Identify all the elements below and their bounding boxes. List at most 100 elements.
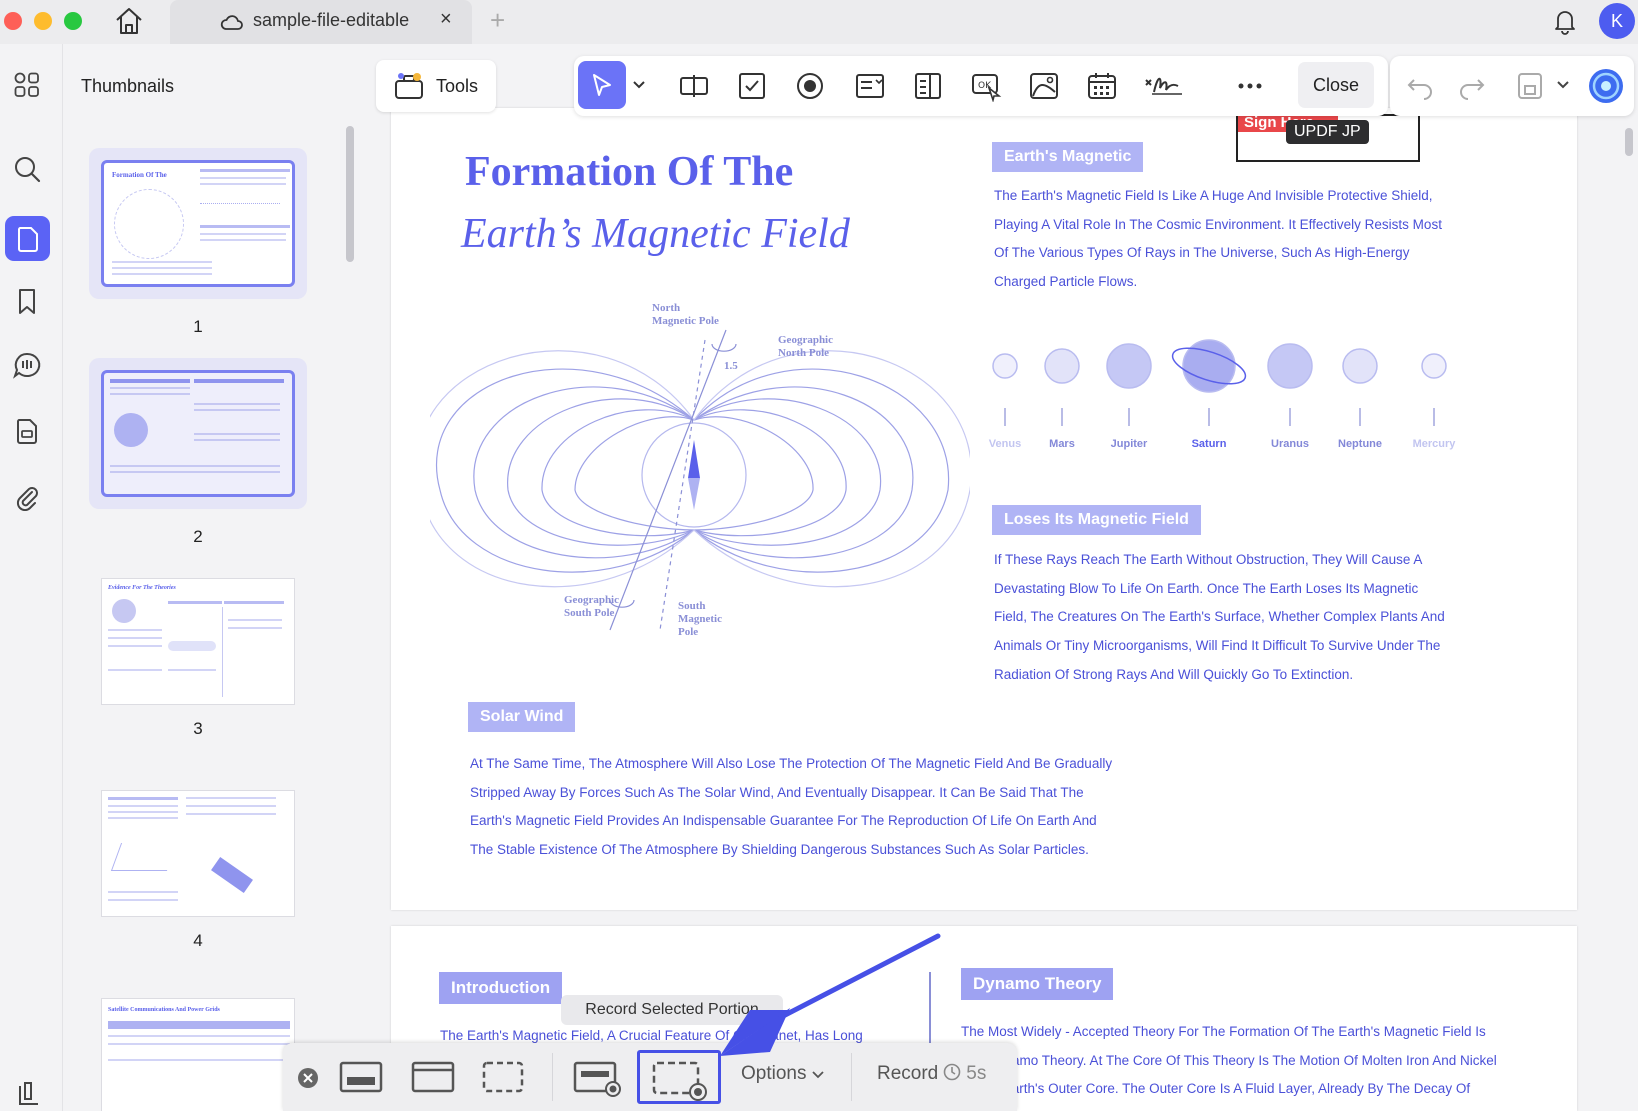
calendar-icon[interactable] [1086, 70, 1118, 102]
section-body-earths-magnetic: The Earth's Magnetic Field Is Like A Hug… [994, 188, 1442, 290]
close-toolbar-button[interactable]: Close [1298, 62, 1374, 108]
app-window: sample-file-editable × + K Thumbnails Fo… [0, 0, 1638, 1111]
select-tool-button[interactable] [578, 61, 626, 109]
pointer-arrow-annotation [720, 933, 941, 1056]
tab-title: sample-file-editable [253, 10, 410, 30]
diagram-label-geographic-north-pole: Geographic North Pole [778, 334, 833, 359]
combo-box-icon[interactable] [854, 70, 886, 102]
user-avatar[interactable]: K [1599, 3, 1635, 39]
undo-icon[interactable] [1404, 70, 1436, 102]
thumbnail-image [101, 790, 295, 917]
record-screen-icon[interactable] [573, 1057, 623, 1097]
thumbnail-page-number: 3 [193, 719, 203, 738]
close-recording-icon[interactable] [297, 1067, 319, 1089]
thumbnail-title: Formation Of The [112, 171, 167, 179]
left-rail [0, 44, 62, 1111]
signature-field[interactable]: Sign Here UPDF JP [1236, 114, 1420, 162]
recorder-divider [552, 1053, 553, 1101]
save-icon[interactable] [1514, 70, 1546, 102]
diagram-label-geographic-south-pole: Geographic South Pole [564, 594, 619, 619]
toolbox-icon [395, 73, 423, 99]
thumbnails-scrollbar[interactable] [346, 126, 354, 262]
bookmark-icon[interactable] [8, 282, 46, 320]
section-label-solar-wind: Solar Wind [468, 702, 576, 732]
signature-icon[interactable] [1144, 70, 1184, 102]
section-label-introduction: Introduction [439, 972, 563, 1004]
document-tab[interactable]: sample-file-editable × [170, 0, 472, 44]
image-field-icon[interactable] [1028, 70, 1060, 102]
organize-pages-icon[interactable] [8, 66, 46, 104]
list-box-icon[interactable] [912, 70, 944, 102]
document-title-line1: Formation Of The [465, 149, 794, 195]
checkbox-icon[interactable] [736, 70, 768, 102]
signature-tooltip: UPDF JP [1286, 120, 1369, 144]
more-icon[interactable] [1234, 70, 1266, 102]
window-maximize-button[interactable] [64, 12, 82, 30]
diagram-label-south-magnetic-pole: South Magnetic Pole [678, 600, 722, 638]
window-close-button[interactable] [4, 12, 22, 30]
home-icon[interactable] [112, 4, 146, 38]
diagram-label-north-magnetic-pole: North Magnetic Pole [652, 302, 719, 327]
capture-selected-portion-icon[interactable] [481, 1057, 525, 1097]
section-label-loses-field: Loses Its Magnetic Field [992, 505, 1201, 535]
form-toolbar: OK Close [574, 56, 1388, 116]
comment-icon[interactable] [8, 346, 46, 384]
diagram-label-angle: 1.5 [724, 360, 738, 372]
thumbnail-image [101, 370, 295, 497]
planet-label: Jupiter [1110, 438, 1148, 450]
chevron-down-icon[interactable] [1556, 78, 1570, 92]
thumbnail-page-1[interactable]: Formation Of The 1 [89, 148, 307, 337]
thumbnail-page-number: 1 [193, 317, 203, 336]
record-entire-screen-icon[interactable] [339, 1057, 383, 1097]
new-tab-button[interactable]: + [490, 5, 505, 36]
thumbnail-image: Evidence For The Theories [101, 578, 295, 705]
thumbnails-panel: Thumbnails Formation Of The 1 2 Evidence… [62, 44, 362, 1111]
cloud-icon [220, 15, 243, 30]
section-label-dynamo-theory: Dynamo Theory [961, 968, 1114, 1000]
cursor-arrow-icon [593, 74, 611, 96]
title-bar: sample-file-editable × + K [0, 0, 1638, 44]
bell-icon[interactable] [1550, 6, 1580, 36]
redo-icon[interactable] [1456, 70, 1488, 102]
tab-close-button[interactable]: × [440, 8, 452, 31]
window-minimize-button[interactable] [34, 12, 52, 30]
document-scrollbar[interactable] [1625, 128, 1633, 156]
planet-label: Mercury [1412, 438, 1456, 450]
thumbnail-page-number: 2 [193, 527, 203, 546]
layers-icon[interactable] [10, 1074, 48, 1111]
record-window-icon[interactable] [411, 1057, 455, 1097]
thumbnail-page-3[interactable]: Evidence For The Theories 3 [101, 578, 295, 739]
search-icon[interactable] [8, 150, 46, 188]
section-body-loses-field: If These Rays Reach The Earth Without Ob… [994, 552, 1445, 682]
thumbnail-image: Formation Of The [101, 160, 295, 287]
text-field-icon[interactable] [678, 70, 710, 102]
thumbnail-page-2[interactable]: 2 [89, 358, 307, 547]
thumbnails-title: Thumbnails [81, 76, 175, 96]
thumbnail-page-number: 4 [193, 931, 203, 950]
thumbnail-image: Satellite Communications And Power Grids [101, 998, 295, 1111]
button-field-icon[interactable]: OK [970, 70, 1002, 102]
thumbnail-title: Satellite Communications And Power Grids [108, 1007, 220, 1013]
planet-label: Uranus [1271, 438, 1309, 450]
planets-illustration [992, 339, 1447, 426]
chevron-down-icon [812, 1071, 824, 1079]
chevron-down-icon[interactable] [632, 78, 646, 92]
tools-label: Tools [436, 76, 479, 96]
attachment-file-icon[interactable] [8, 412, 46, 450]
section-body-dynamo-theory: The Most Widely - Accepted Theory For Th… [961, 1024, 1497, 1097]
secondary-toolbar [1390, 56, 1634, 116]
tools-button[interactable]: Tools [376, 60, 496, 112]
section-label-earths-magnetic: Earth's Magnetic [992, 142, 1144, 172]
planet-label: Saturn [1191, 438, 1227, 450]
thumbnail-title: Evidence For The Theories [108, 585, 176, 591]
paperclip-icon[interactable] [8, 478, 46, 516]
section-body-solar-wind: At The Same Time, The Atmosphere Will Al… [470, 756, 1113, 858]
planet-label: Mars [1049, 438, 1075, 450]
ai-assistant-icon[interactable] [1586, 66, 1626, 106]
timer-value: 5s [966, 1063, 987, 1084]
radio-button-icon[interactable] [794, 70, 826, 102]
thumbnail-page-4[interactable]: 4 [101, 790, 295, 951]
thumbnails-icon[interactable] [5, 216, 50, 261]
document-title-line2: Earth’s Magnetic Field [461, 211, 850, 257]
thumbnail-page-5[interactable]: Satellite Communications And Power Grids [101, 998, 295, 1111]
